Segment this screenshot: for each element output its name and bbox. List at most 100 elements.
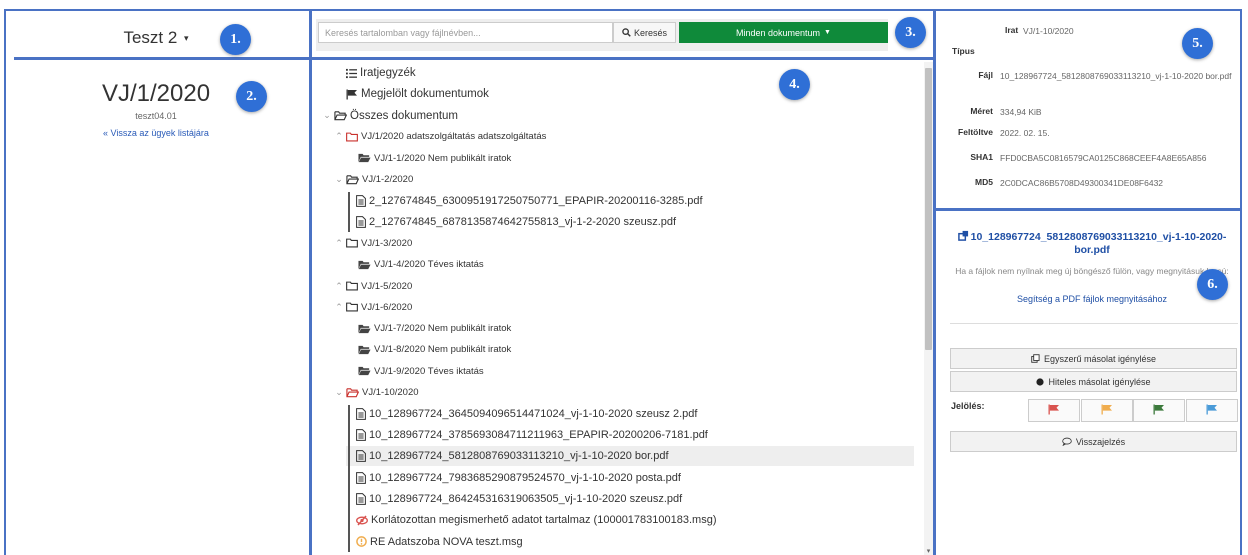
folder-open-icon [346,387,359,398]
folder-closed-icon [358,324,371,334]
tree-folder-item[interactable]: VJ/1-4/2020 Téves iktatás [358,255,484,275]
tree-folder-item[interactable]: VJ/1-7/2020 Nem publikált iratok [358,319,511,339]
tree-item-label: 2_127674845_6300951917250750771_EPAPIR-2… [369,194,703,207]
chevron-up-icon[interactable]: ⌃ [333,302,345,313]
flag-button[interactable] [1080,399,1133,422]
flag-label: Jelölés: [951,401,985,411]
tree-file-item[interactable]: 2_127674845_6878135874642755813_vj-1-2-2… [356,212,676,232]
meta-label: SHA1 [970,152,993,162]
meta-label: Méret [970,106,993,116]
file-icon [356,194,366,207]
tree-item-label: 2_127674845_6878135874642755813_vj-1-2-2… [369,216,677,229]
divider-meta [935,208,1242,211]
file-icon [356,216,366,228]
file-icon [356,407,366,420]
tree-item-label: VJ/1-4/2020 Téves iktatás [374,259,484,271]
file-icon [356,429,366,441]
tree-item-label: VJ/1-1/2020 Nem publikált iratok [374,152,512,164]
separator [950,323,1238,324]
folder-closed-icon [358,366,371,376]
file-icon [356,493,366,505]
back-to-cases-link[interactable]: « Vissza az ügyek listájára [6,128,306,138]
step-badge: 2. [236,81,267,112]
tree-folder-item[interactable]: ⌃ VJ/1-6/2020 [333,297,412,317]
tree-folder-item[interactable]: ⌄ Összes dokumentum [321,106,458,126]
flag-icon [346,89,358,100]
tree-folder-item[interactable]: ⌄ VJ/1-10/2020 [333,383,418,403]
tree-folder-item[interactable]: Iratjegyzék [346,63,416,83]
tree-file-item[interactable]: 10_128967724_8642453163190635​05_vj-1-10… [356,489,682,509]
flag-button[interactable] [1185,399,1238,422]
flag-button[interactable] [1133,399,1185,422]
step-badge: 4. [779,69,810,100]
meta-value: 334,94 KiB [1000,107,1042,117]
open-file-label: 10_128967724_5812808769033113210_vj-1-10… [970,231,1227,256]
list-icon [346,68,357,79]
certificate-icon [1036,377,1045,386]
folder-closed-icon [358,153,371,163]
meta-label: Feltöltve [958,127,993,137]
meta-label: Irat [1005,25,1019,35]
folder-icon [346,281,358,291]
tree-item-label: 10_128967724_7983685290879524570_vj-1-10… [369,471,681,484]
tree-file-item[interactable]: Korlátozottan megismerhető adatot tartal… [356,510,717,530]
document-tree: Iratjegyzék Megjelölt dokumentumok ⌄ Összes… [316,62,924,555]
feedback-button[interactable]: Visszajelzés [950,431,1237,452]
chevron-up-icon[interactable]: ⌃ [333,131,345,142]
tree-item-label: VJ/1-6/2020 [361,301,413,313]
folder-open-icon [346,174,359,185]
case-selector[interactable]: Teszt 2 ▾ [6,28,306,48]
tree-folder-item[interactable]: VJ/1-1/2020 Nem publikált iratok [358,148,511,168]
chevron-down-icon[interactable]: ⌄ [333,174,345,185]
open-help-note: Ha a fájlok nem nyílnak meg új böngésző … [955,266,1229,276]
tree-item-label: Összes dokumentum [350,109,459,122]
step-badge: 6. [1197,269,1228,300]
tree-item-label: 10_128967724_3645094096514471024_vj-1-10… [369,407,698,420]
warning-icon [356,536,367,547]
folder-closed-icon [358,345,371,355]
simple-copy-button[interactable]: Egyszerű másolat igénylése [950,348,1237,369]
tree-folder-item[interactable]: ⌃ VJ/1-3/2020 [333,233,412,253]
meta-label: Típus [952,46,975,56]
meta-value[interactable]: 10_128967724_5812808769033113210_vj-1-10… [1000,70,1236,82]
flag-button[interactable] [1028,399,1080,422]
tree-folder-item[interactable]: ⌄ VJ/1-2/2020 [333,170,413,190]
tree-folder-item[interactable]: ⌃ VJ/1-5/2020 [333,276,412,296]
open-file-link[interactable]: 10_128967724_5812808769033113210_vj-1-10… [946,230,1238,257]
step-badge: 5. [1182,28,1213,59]
scroll-down-icon[interactable]: ▾ [924,547,933,555]
tree-file-item[interactable]: RE Adatszoba NOVA teszt.msg [356,532,523,552]
tree-folder-item[interactable]: ⌃ VJ/1/2020 adatszolgáltatás adatszolgált… [333,127,546,147]
simple-copy-label: Egyszerű másolat igénylése [1043,353,1157,364]
tree-file-item[interactable]: 10_128967724_5812808769033113210_vj-1-10… [346,446,914,467]
tree-file-item[interactable]: 2_127674845_6300951917250750771_EPAPIR-2… [356,191,703,211]
tree-file-item[interactable]: 10_128967724_7983685290879524570_vj-1-10… [356,468,681,488]
chevron-down-icon[interactable]: ⌄ [333,387,345,398]
folder-closed-icon [358,260,371,270]
tree-file-item[interactable]: 10_128967724_3645094096514471024_vj-1-10… [356,404,697,424]
chevron-up-icon[interactable]: ⌃ [333,281,345,292]
tree-scrollbar[interactable]: ▾ [924,62,933,555]
feedback-label: Visszajelzés [1075,436,1126,447]
file-icon [356,450,366,463]
document-filter-dropdown[interactable]: Minden dokumentum ▼ [679,22,888,43]
chevron-up-icon[interactable]: ⌃ [333,238,345,249]
divider-toolbar [311,57,933,60]
chevron-down-icon[interactable]: ⌄ [321,110,333,121]
meta-label: MD5 [975,177,993,187]
certified-copy-button[interactable]: Hiteles másolat igénylése [950,371,1237,392]
tree-item-label: VJ/1/2020 adatszolgáltatás adatszolgálta… [361,131,547,143]
certified-copy-label: Hiteles másolat igénylése [1048,376,1151,387]
flag-icon [1101,402,1113,420]
tree-item-label: VJ/1-3/2020 [361,237,413,249]
tree-file-item[interactable]: 10_128967724_3785693084711211963_EPAPIR-… [356,425,708,445]
tree-folder-item[interactable]: VJ/1-9/2020 Téves iktatás [358,361,484,381]
search-button[interactable]: Keresés [613,22,676,43]
scrollbar-thumb[interactable] [925,68,932,350]
step-badge: 1. [220,24,251,55]
pdf-help-link[interactable]: Segítség a PDF fájlok megnyitásához [946,294,1238,304]
tree-folder-item[interactable]: VJ/1-8/2020 Nem publikált iratok [358,340,511,360]
flag-icon [1048,402,1060,420]
search-input[interactable] [318,22,613,43]
tree-folder-item[interactable]: Megjelölt dokumentumok [346,84,489,104]
